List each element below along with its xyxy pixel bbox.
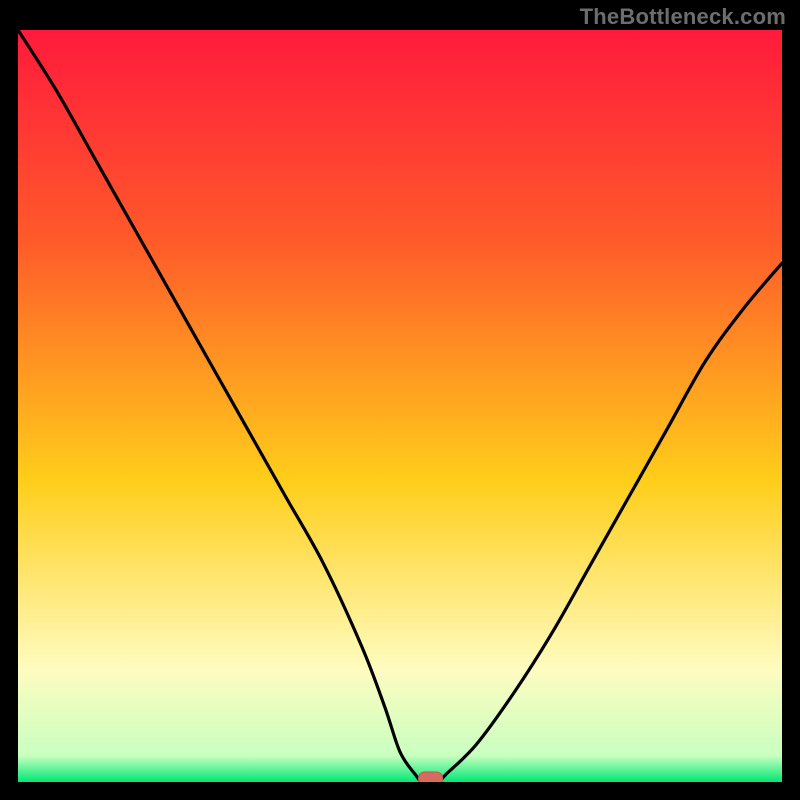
watermark-text: TheBottleneck.com	[580, 4, 786, 30]
bottleneck-chart	[18, 30, 782, 782]
gradient-background	[18, 30, 782, 782]
optimum-marker	[419, 772, 443, 782]
plot-area	[18, 30, 782, 782]
chart-frame: TheBottleneck.com	[0, 0, 800, 800]
